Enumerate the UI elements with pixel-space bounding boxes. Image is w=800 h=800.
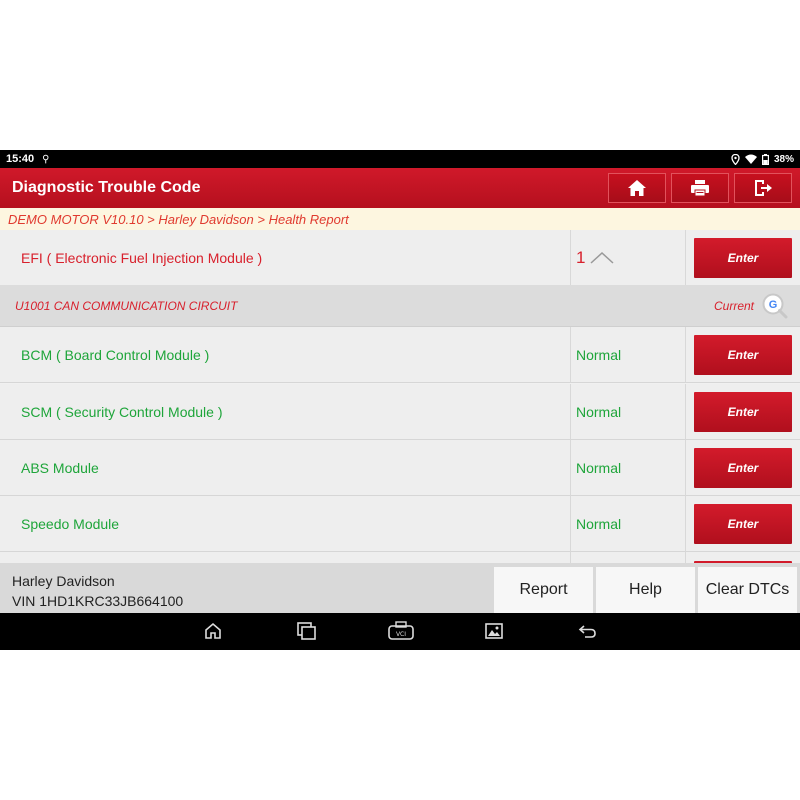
wifi-icon xyxy=(744,154,757,164)
home-nav-icon[interactable] xyxy=(203,621,223,641)
chevron-up-icon[interactable] xyxy=(589,251,615,265)
dtc-row: U1001 CAN COMMUNICATION CIRCUIT Current … xyxy=(0,285,800,327)
vehicle-make: Harley Davidson xyxy=(12,573,115,589)
module-status: Normal xyxy=(570,440,685,496)
module-name: Speedo Module xyxy=(0,496,570,552)
enter-button[interactable]: Enter xyxy=(694,447,792,488)
action-cell: Enter xyxy=(685,327,800,383)
module-name: SCM ( Security Control Module ) xyxy=(0,384,570,440)
dtc-code: U1001 CAN COMMUNICATION CIRCUIT xyxy=(15,298,238,313)
printer-icon xyxy=(691,180,709,197)
battery-icon xyxy=(761,153,769,165)
action-cell: Enter xyxy=(685,230,800,286)
list-item: EFI ( Electronic Fuel Injection Module )… xyxy=(0,230,800,286)
screenshot-icon[interactable] xyxy=(484,621,504,641)
module-status: Normal xyxy=(570,496,685,552)
exit-button[interactable] xyxy=(734,173,792,203)
breadcrumb: DEMO MOTOR V10.10 > Harley Davidson > He… xyxy=(0,208,800,230)
vehicle-info-bar: Harley Davidson VIN 1HD1KRC33JB664100 Re… xyxy=(0,563,800,613)
list-item: BCM ( Board Control Module ) Normal Ente… xyxy=(0,327,800,383)
svg-text:G: G xyxy=(769,299,778,311)
action-cell: Enter xyxy=(685,384,800,440)
vehicle-vin: VIN 1HD1KRC33JB664100 xyxy=(12,593,184,609)
clock: 15:40 xyxy=(6,153,35,165)
clear-dtcs-button[interactable]: Clear DTCs xyxy=(698,567,797,613)
module-status: Normal xyxy=(570,384,685,440)
tablet-screen: 15:40 ⚲ 38% Diagnostic Trouble Code DEMO… xyxy=(0,150,800,650)
module-status: Normal xyxy=(570,327,685,383)
enter-button[interactable]: Enter xyxy=(694,237,792,278)
list-item: Speedo Module Normal Enter xyxy=(0,496,800,552)
recents-icon[interactable] xyxy=(297,621,317,641)
usb-debug-icon: ⚲ xyxy=(42,153,50,165)
location-icon xyxy=(731,153,740,165)
help-button[interactable]: Help xyxy=(596,567,695,613)
list-item-partial xyxy=(0,552,800,563)
module-name: ABS Module xyxy=(0,440,570,496)
fault-count[interactable]: 1 xyxy=(570,230,685,286)
exit-icon xyxy=(755,180,772,196)
dtc-state: Current xyxy=(713,298,754,313)
report-button[interactable]: Report xyxy=(494,567,593,613)
page-title: Diagnostic Trouble Code xyxy=(12,179,201,196)
google-search-icon[interactable]: G xyxy=(762,293,788,319)
svg-text:VCI: VCI xyxy=(396,631,406,638)
fault-count-value: 1 xyxy=(576,247,586,267)
module-name: BCM ( Board Control Module ) xyxy=(0,327,570,383)
vci-icon[interactable]: VCI xyxy=(387,621,415,641)
list-item: ABS Module Normal Enter xyxy=(0,440,800,496)
status-bar: 15:40 ⚲ 38% xyxy=(0,150,800,168)
print-button[interactable] xyxy=(671,173,729,203)
enter-button[interactable]: Enter xyxy=(694,334,792,375)
enter-button[interactable]: Enter xyxy=(694,391,792,432)
list-item: SCM ( Security Control Module ) Normal E… xyxy=(0,384,800,440)
back-icon[interactable] xyxy=(578,621,598,641)
home-icon xyxy=(628,180,646,196)
module-status-empty xyxy=(570,552,685,563)
module-list[interactable]: EFI ( Electronic Fuel Injection Module )… xyxy=(0,230,800,563)
action-cell: Enter xyxy=(685,496,800,552)
action-cell xyxy=(685,552,800,563)
action-cell: Enter xyxy=(685,440,800,496)
title-bar: Diagnostic Trouble Code xyxy=(0,168,800,208)
module-name: EFI ( Electronic Fuel Injection Module ) xyxy=(0,230,570,286)
battery-level: 38% xyxy=(773,153,794,165)
module-name-empty xyxy=(0,552,570,563)
enter-button[interactable]: Enter xyxy=(694,503,792,544)
status-icons: 38% xyxy=(731,153,794,165)
system-nav-bar: VCI xyxy=(0,613,800,650)
home-button[interactable] xyxy=(608,173,666,203)
vehicle-info: Harley Davidson VIN 1HD1KRC33JB664100 xyxy=(0,563,494,613)
